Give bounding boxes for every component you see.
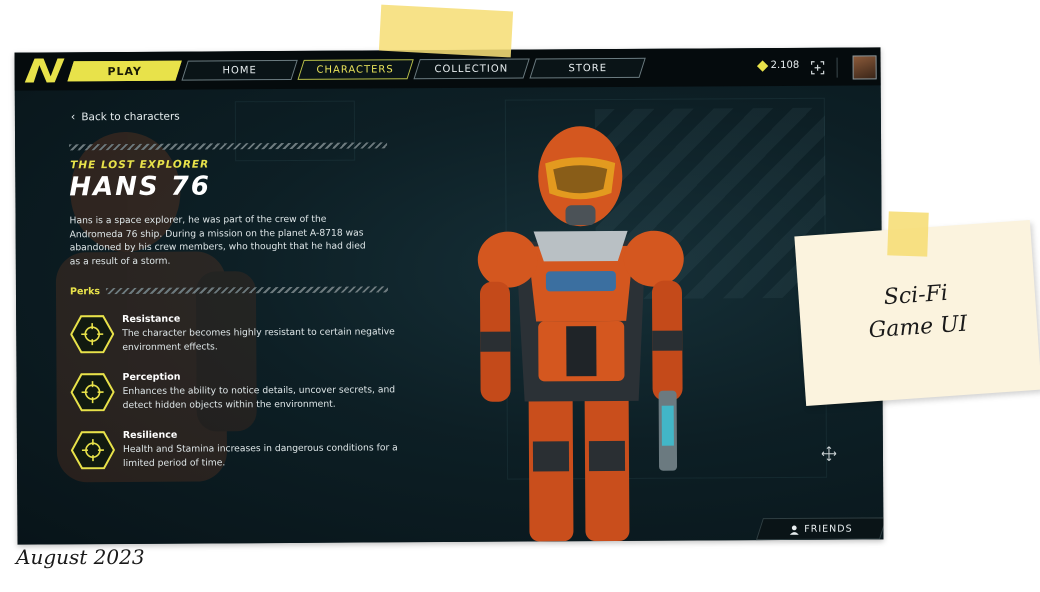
perk-name: Perception	[122, 371, 181, 383]
target-hex-icon	[70, 373, 115, 412]
nav-characters[interactable]: CHARACTERS	[297, 59, 414, 80]
sticky-note-text: Sci-Fi Game UI	[830, 274, 1004, 350]
chevron-left-icon: ‹	[70, 110, 76, 124]
currency-amount: 2.108	[770, 59, 800, 72]
game-logo[interactable]	[24, 58, 65, 83]
back-to-characters-link[interactable]: ‹ Back to characters	[70, 110, 180, 124]
perks-heading: Perks	[69, 286, 101, 298]
perk-name: Resilience	[122, 429, 178, 441]
play-button[interactable]: PLAY	[67, 60, 182, 82]
perk-name: Resistance	[122, 313, 181, 325]
player-avatar[interactable]	[852, 55, 877, 80]
divider	[836, 57, 838, 78]
character-name: HANS 76	[69, 171, 212, 203]
character-description: Hans is a space explorer, he was part of…	[69, 213, 366, 268]
friends-button[interactable]: FRIENDS	[755, 517, 884, 541]
diamond-icon	[756, 59, 769, 72]
game-screen: PLAY HOME CHARACTERS COLLECTION STORE 2.…	[14, 47, 884, 545]
add-currency-icon[interactable]	[810, 61, 825, 75]
character-subtitle: THE LOST EXPLORER	[70, 158, 210, 172]
perk-description: The character becomes highly resistant t…	[122, 326, 395, 353]
move-arrows-icon[interactable]	[821, 446, 837, 462]
nav-store[interactable]: STORE	[529, 57, 646, 79]
presentation-board: PLAY HOME CHARACTERS COLLECTION STORE 2.…	[0, 0, 1040, 592]
perk-description: Health and Stamina increases in dangerou…	[122, 442, 398, 469]
date-caption: August 2023	[16, 545, 145, 569]
nav-collection[interactable]: COLLECTION	[413, 58, 530, 80]
nav-home[interactable]: HOME	[181, 59, 298, 81]
target-hex-icon	[70, 315, 115, 354]
currency-display: 2.108	[756, 59, 800, 72]
perk-description: Enhances the ability to notice details, …	[122, 384, 396, 411]
tape-strip	[378, 4, 514, 58]
target-hex-icon	[70, 431, 116, 470]
back-link-label: Back to characters	[81, 110, 180, 123]
user-icon	[790, 524, 800, 534]
character-model[interactable]	[445, 120, 718, 542]
tape-strip	[887, 211, 929, 257]
friends-label: FRIENDS	[804, 523, 854, 535]
